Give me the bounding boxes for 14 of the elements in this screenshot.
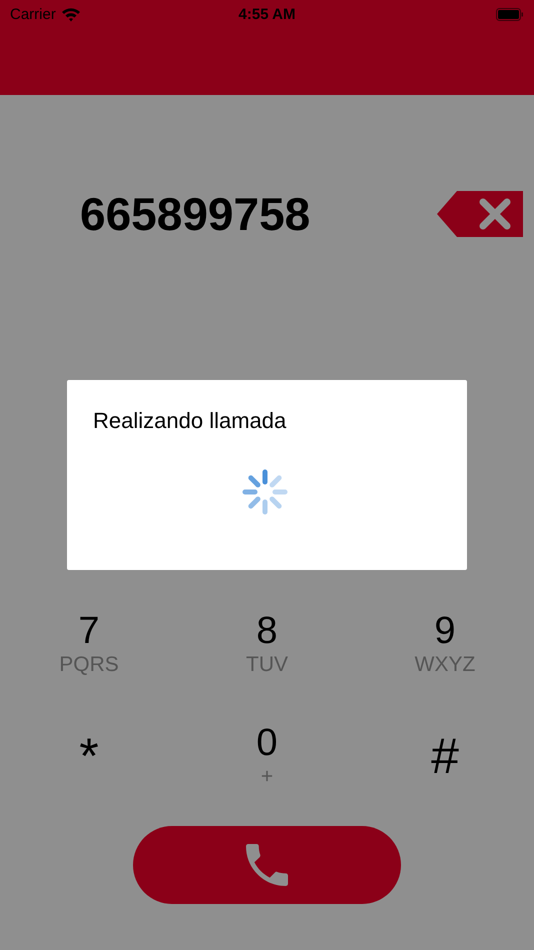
keypad-key[interactable]: # bbox=[356, 706, 534, 806]
keypad-key[interactable]: 0 + bbox=[178, 706, 356, 806]
loading-spinner bbox=[242, 469, 288, 515]
backspace-icon[interactable] bbox=[437, 191, 523, 237]
dialed-number: 665899758 bbox=[80, 187, 310, 241]
keypad-key[interactable]: 9 WXYZ bbox=[356, 594, 534, 694]
status-time: 4:55 AM bbox=[238, 6, 296, 22]
carrier-label: Carrier bbox=[10, 6, 56, 22]
keypad-key[interactable]: 7 PQRS bbox=[0, 594, 178, 694]
wifi-icon bbox=[60, 6, 81, 22]
dialog-title: Realizando llamada bbox=[93, 408, 286, 434]
keypad-key[interactable]: * bbox=[0, 706, 178, 806]
keypad-key[interactable]: 8 TUV bbox=[178, 594, 356, 694]
battery-icon bbox=[496, 8, 524, 20]
